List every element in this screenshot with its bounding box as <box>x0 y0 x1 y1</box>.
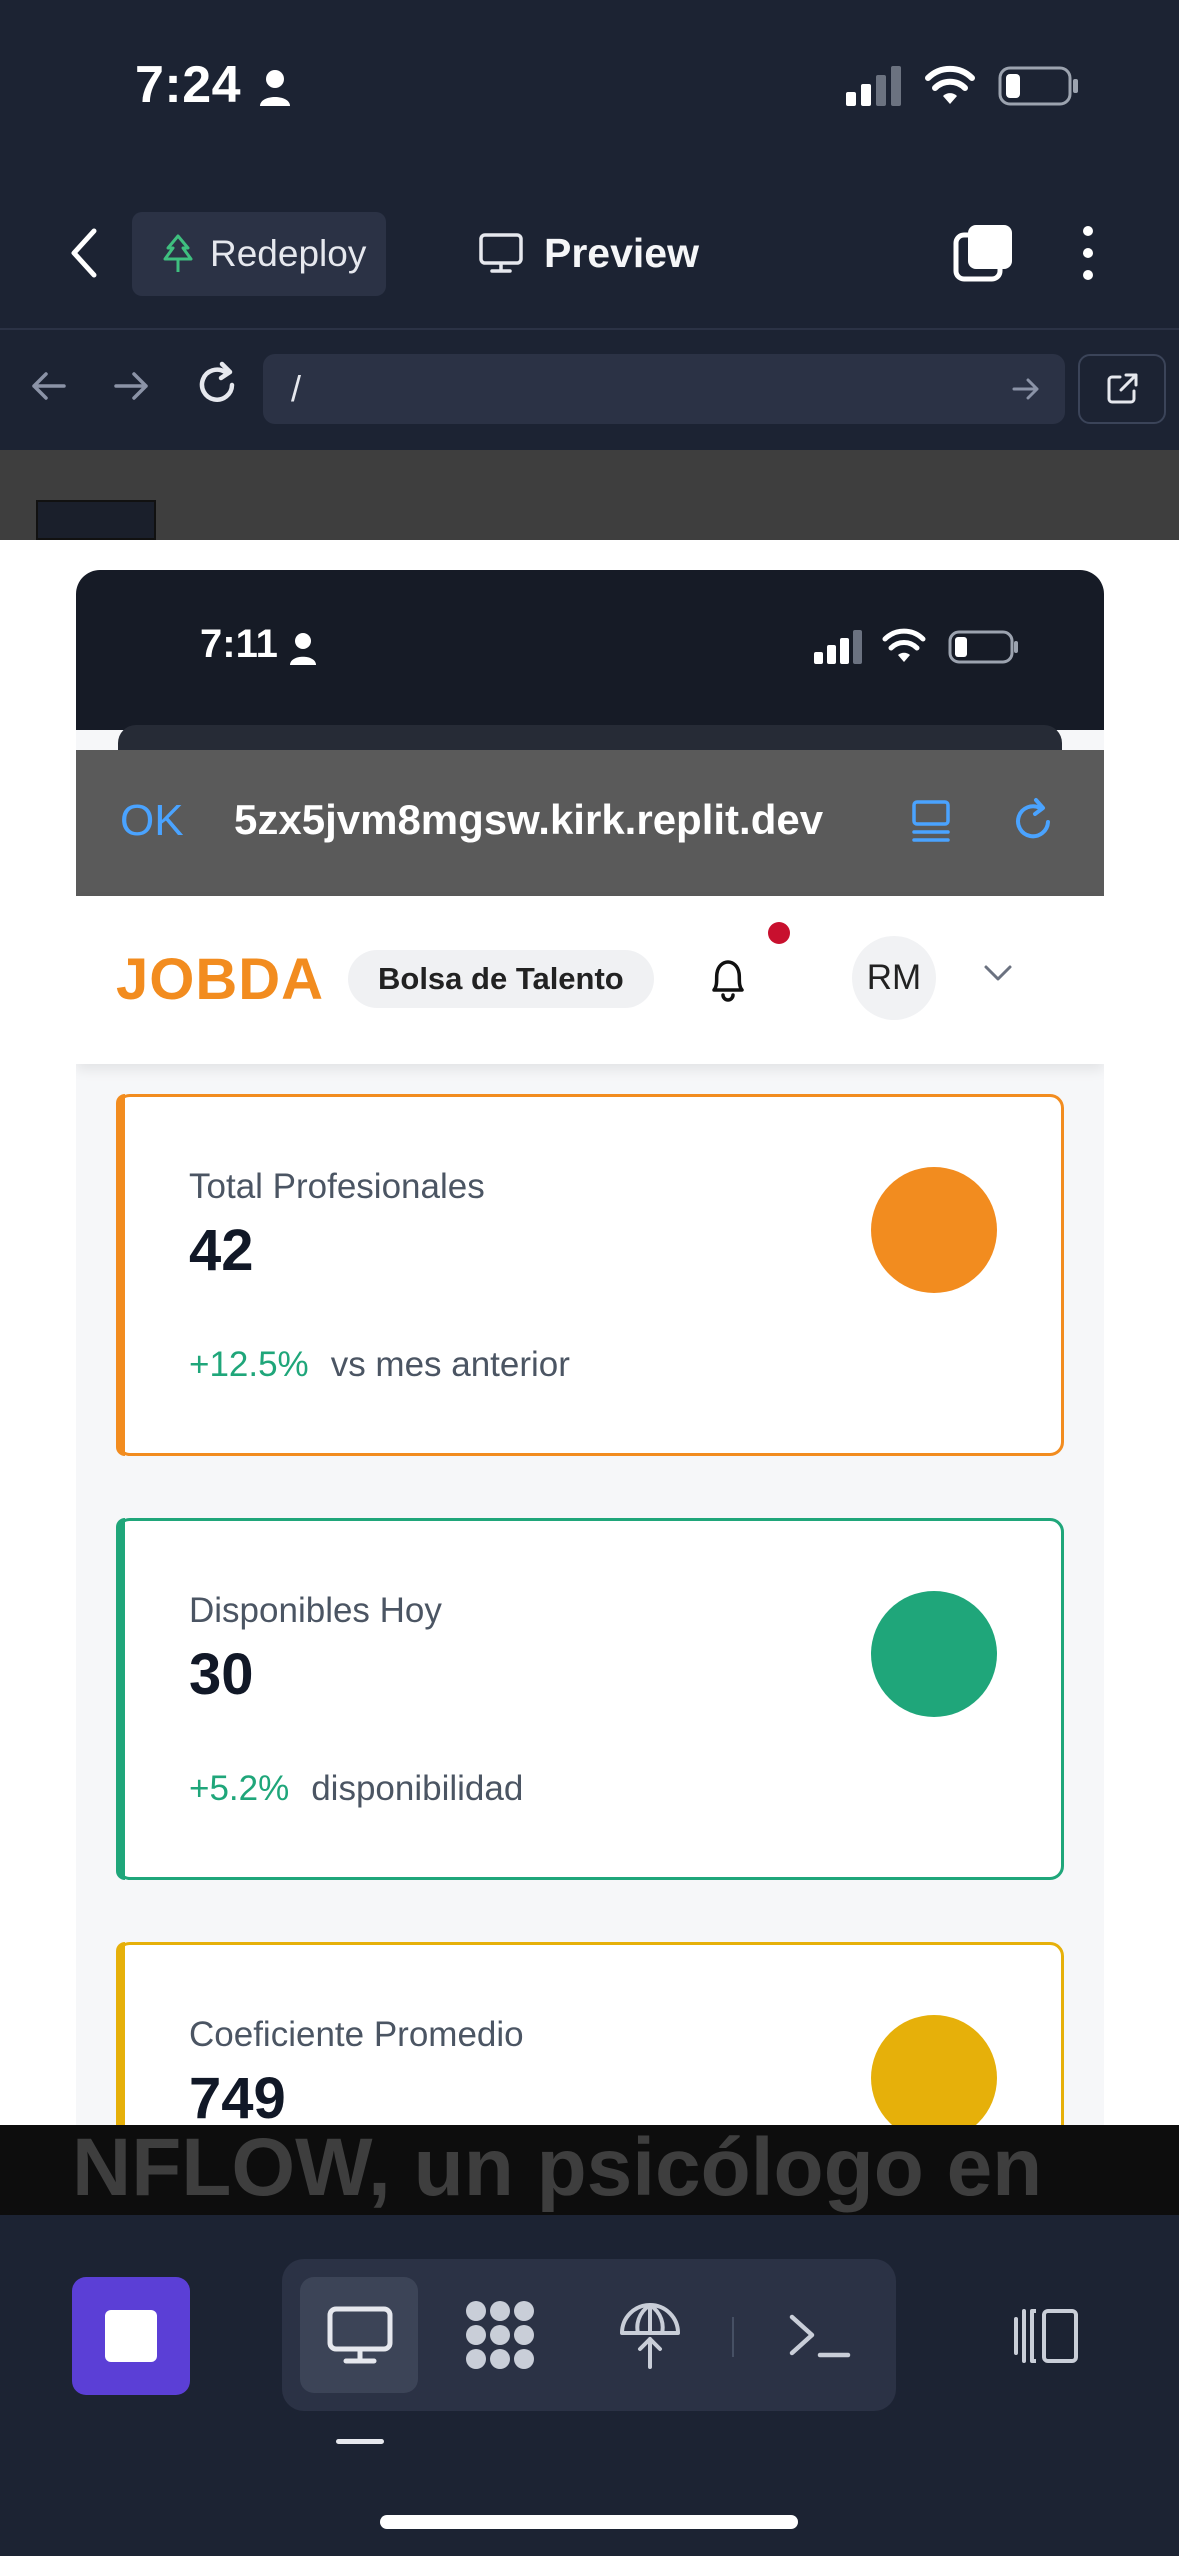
card-accent-bar <box>116 1518 125 1880</box>
battery-icon <box>998 66 1078 106</box>
arrow-right-icon[interactable] <box>1011 374 1041 404</box>
cellular-signal-icon <box>814 630 862 664</box>
stat-note: disponibilidad <box>311 1769 524 1808</box>
deploy-globe-icon[interactable] <box>612 2297 688 2373</box>
status-bar: 7:24 <box>0 0 1179 175</box>
panel-toggle-icon[interactable] <box>1010 2305 1082 2367</box>
safari-ok-button[interactable]: OK <box>120 796 184 846</box>
app-header: JOBDA Bolsa de Talento RM <box>76 896 1104 1064</box>
dimmed-thumbnail <box>36 500 156 540</box>
notification-dot <box>768 922 790 944</box>
stat-delta: +5.2% <box>189 1769 290 1808</box>
back-icon[interactable] <box>62 223 106 283</box>
tool-tabs <box>282 2259 896 2411</box>
inner-status-bar: 7:11 <box>76 570 1104 765</box>
chevron-down-icon[interactable] <box>982 962 1014 984</box>
person-icon <box>290 633 316 665</box>
stat-value: 749 <box>189 2066 286 2125</box>
stat-circle-icon <box>871 1591 997 1717</box>
url-text: / <box>291 368 302 409</box>
stat-label: Total Profesionales <box>189 1167 485 1206</box>
stat-value: 30 <box>189 1642 254 1707</box>
terminal-icon[interactable] <box>782 2297 858 2373</box>
avatar[interactable]: RM <box>852 936 936 1020</box>
bottom-toolbar <box>0 2215 1179 2556</box>
home-indicator <box>380 2515 798 2529</box>
arrow-right-icon[interactable] <box>112 366 152 406</box>
stat-note: vs mes anterior <box>330 1345 570 1384</box>
wifi-icon <box>882 628 926 662</box>
stop-icon <box>105 2310 157 2362</box>
jobda-logo[interactable]: JOBDA <box>116 946 324 1013</box>
stat-card-average-coefficient[interactable]: Coeficiente Promedio 749 <box>116 1942 1064 2125</box>
safari-url-bar: OK 5zx5jvm8mgsw.kirk.replit.dev <box>76 750 1104 896</box>
monitor-icon[interactable] <box>322 2297 398 2373</box>
cellular-signal-icon <box>846 66 901 106</box>
redeploy-button[interactable]: Redeploy <box>132 212 386 296</box>
reload-icon[interactable] <box>1010 794 1058 846</box>
dots-grid-icon[interactable] <box>462 2297 538 2373</box>
dimmed-background-headline: NFLOW, un psicólogo en <box>0 2125 1179 2215</box>
tabs-icon[interactable] <box>952 223 1014 283</box>
card-accent-bar <box>116 1942 125 2125</box>
preview-label: Preview <box>544 229 699 276</box>
open-external-button[interactable] <box>1078 354 1166 424</box>
stat-label: Disponibles Hoy <box>189 1591 442 1630</box>
stop-button[interactable] <box>72 2277 190 2395</box>
stat-circle-icon <box>871 1167 997 1293</box>
stat-trend: +5.2% disponibilidad <box>189 1769 523 1809</box>
stat-circle-icon <box>871 2015 997 2125</box>
preview-tab[interactable]: Preview <box>478 223 699 283</box>
background-headline-text: NFLOW, un psicólogo en <box>72 2125 1043 2213</box>
more-vertical-icon[interactable] <box>1076 223 1100 283</box>
bell-icon[interactable] <box>706 954 750 1004</box>
active-tab-indicator <box>336 2439 384 2444</box>
redeploy-label: Redeploy <box>210 233 367 274</box>
talent-pool-chip[interactable]: Bolsa de Talento <box>348 950 654 1008</box>
dimmed-background <box>0 450 1179 540</box>
url-input[interactable]: / <box>263 354 1065 424</box>
reader-icon[interactable] <box>910 794 952 846</box>
monitor-icon <box>479 233 523 273</box>
stat-card-available-today[interactable]: Disponibles Hoy 30 +5.2% disponibilidad <box>116 1518 1064 1880</box>
tree-icon <box>163 234 193 272</box>
tool-separator <box>732 2317 734 2357</box>
reload-icon[interactable] <box>192 360 242 410</box>
inner-status-time: 7:11 <box>200 622 278 666</box>
wifi-icon <box>925 65 975 104</box>
card-accent-bar <box>116 1094 125 1456</box>
arrow-left-icon[interactable] <box>28 366 68 406</box>
external-link-icon <box>1107 373 1138 404</box>
stat-delta: +12.5% <box>189 1345 309 1384</box>
stat-trend: +12.5% vs mes anterior <box>189 1345 570 1385</box>
phone-screenshot: 7:11 OK 5zx5jvm8mgsw.kirk.replit.dev JOB… <box>76 570 1104 2125</box>
preview-canvas: 7:11 OK 5zx5jvm8mgsw.kirk.replit.dev JOB… <box>0 540 1179 2125</box>
safari-url-text[interactable]: 5zx5jvm8mgsw.kirk.replit.dev <box>234 796 823 844</box>
stat-value: 42 <box>189 1218 254 1283</box>
stat-card-total-professionals[interactable]: Total Profesionales 42 +12.5% vs mes ant… <box>116 1094 1064 1456</box>
stat-label: Coeficiente Promedio <box>189 2015 524 2054</box>
top-bar: Redeploy Preview <box>0 175 1179 330</box>
person-icon <box>260 70 290 106</box>
status-time: 7:24 <box>135 56 242 114</box>
url-row: / <box>0 332 1179 450</box>
battery-icon <box>948 630 1018 664</box>
